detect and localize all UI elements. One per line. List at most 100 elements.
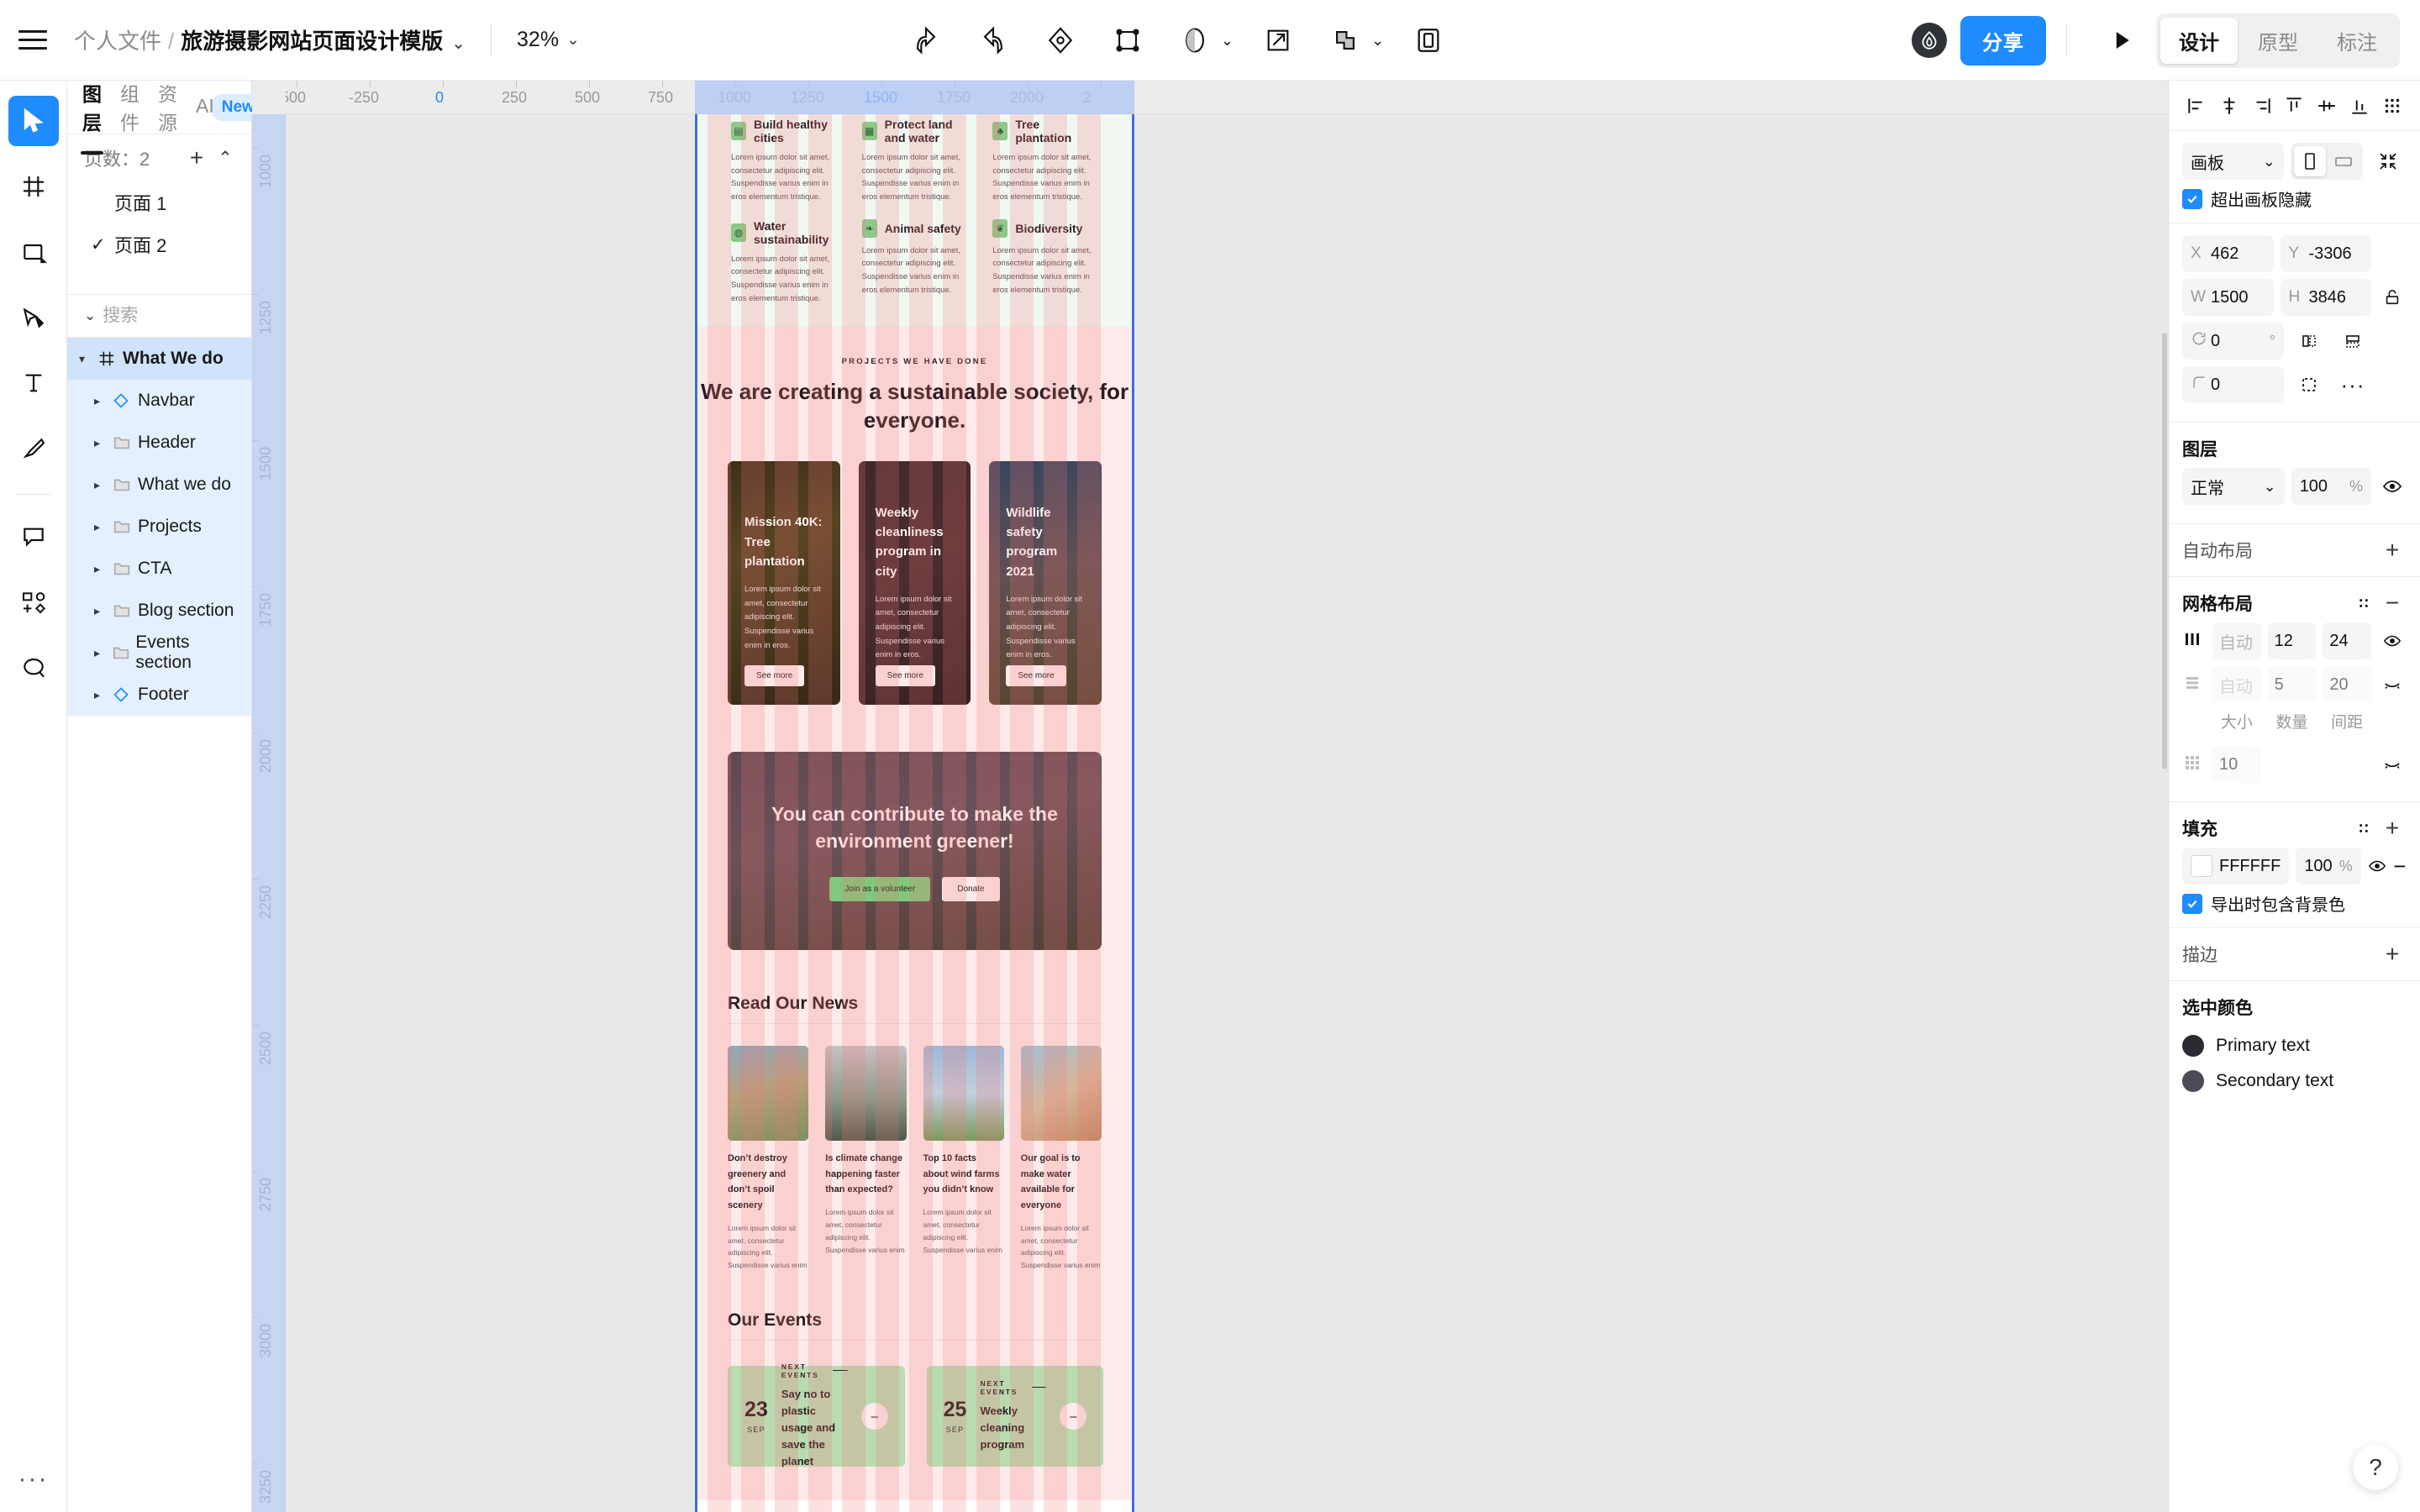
x-field[interactable]: X 462 [2182, 235, 2274, 272]
caret-right-icon[interactable]: ▸ [94, 520, 113, 534]
page-item-2[interactable]: ✓ 页面 2 [67, 223, 251, 265]
tab-components[interactable]: 组件 [120, 78, 139, 137]
blend-mode-select[interactable]: 正常 ⌄ [2182, 468, 2285, 505]
caret-right-icon[interactable]: ▸ [94, 394, 113, 408]
undo-arrow-icon[interactable] [903, 18, 949, 63]
share-button[interactable]: 分享 [1960, 15, 2046, 66]
zoom-control[interactable]: 32% ⌄ [517, 28, 580, 52]
see-more-button[interactable]: See more [1006, 664, 1066, 686]
event-expand-button[interactable]: – [860, 1403, 888, 1431]
caret-right-icon[interactable]: ▸ [94, 562, 113, 576]
section-cta[interactable]: You can contribute to make the environme… [728, 751, 1102, 950]
grid-size-field[interactable]: 10 [2212, 746, 2261, 783]
mask-circle-icon[interactable] [1172, 18, 1218, 63]
rows-gutter-field[interactable]: 20 [2323, 666, 2371, 703]
layer-row-navbar[interactable]: ▸ Navbar [67, 380, 251, 422]
plus-icon[interactable]: + [2378, 940, 2407, 969]
device-preview-icon[interactable] [1406, 18, 1451, 63]
caret-down-icon[interactable]: ▾ [79, 352, 97, 366]
align-middle-v-icon[interactable] [2312, 92, 2341, 120]
vertical-ruler[interactable]: 1000 1250 1500 1750 2000 2250 2500 2750 … [252, 114, 286, 1512]
event-expand-button[interactable]: – [1060, 1403, 1087, 1431]
export-bg-checkbox-row[interactable]: 导出时包含背景色 [2182, 891, 2407, 916]
chevron-down-icon[interactable]: ⌄ [84, 307, 96, 324]
plus-icon[interactable]: + [2378, 814, 2407, 843]
project-card[interactable]: Mission 40K: Tree plantation Lorem ipsum… [728, 460, 840, 705]
flip-vertical-icon[interactable] [2334, 323, 2371, 360]
unlock-icon[interactable] [2378, 279, 2407, 316]
layer-row-events-section[interactable]: ▸ Events section [67, 632, 251, 674]
project-card[interactable]: Weekly cleanliness program in city Lorem… [858, 460, 971, 705]
flip-horizontal-icon[interactable] [2291, 323, 2328, 360]
artboard-what-we-do[interactable]: ▤ Build healthy cities Lorem ipsum dolor… [697, 114, 1132, 1512]
tab-layers[interactable]: 图层 [81, 78, 103, 155]
pen-tool-button[interactable] [8, 292, 59, 343]
layer-row-projects[interactable]: ▸ Projects [67, 506, 251, 548]
align-left-icon[interactable] [2182, 92, 2211, 120]
columns-gutter-field[interactable]: 24 [2323, 622, 2371, 659]
donate-button[interactable]: Donate [942, 876, 1000, 901]
chevron-up-icon[interactable]: ⌃ [211, 144, 239, 172]
breadcrumb-folder[interactable]: 个人文件 [74, 24, 161, 55]
frame-tool-button[interactable] [8, 161, 59, 212]
hamburger-icon[interactable] [18, 28, 52, 53]
landscape-icon[interactable] [2328, 146, 2360, 176]
project-card[interactable]: Wildlife safety program 2021 Lorem ipsum… [989, 460, 1102, 705]
fill-opacity-field[interactable]: 100 % [2296, 848, 2361, 885]
layer-row-cta[interactable]: ▸ CTA [67, 548, 251, 590]
chevron-down-icon[interactable]: ⌄ [1221, 32, 1234, 50]
rows-count-field[interactable]: 5 [2267, 666, 2317, 703]
rows-size-field[interactable]: 自动 [2212, 666, 2261, 703]
export-icon[interactable] [1255, 18, 1301, 63]
grid-style-icon[interactable] [2349, 589, 2378, 617]
shape-tool-button[interactable] [8, 227, 59, 277]
clip-content-checkbox-row[interactable]: 超出画板隐藏 [2182, 186, 2407, 211]
opacity-field[interactable]: 100 % [2291, 468, 2371, 505]
plus-icon[interactable]: + [2378, 536, 2407, 564]
text-tool-button[interactable] [8, 358, 59, 408]
color-swatch[interactable] [2191, 855, 2212, 877]
plugin-tool-button[interactable] [8, 577, 59, 627]
y-field[interactable]: Y -3306 [2280, 235, 2371, 272]
event-card[interactable]: 25 SEP NEXT EVENTS Weekly cleaning progr… [926, 1366, 1104, 1467]
fill-style-icon[interactable] [2349, 814, 2378, 843]
tab-design[interactable]: 设计 [2160, 17, 2238, 64]
caret-right-icon[interactable]: ▸ [94, 604, 113, 618]
align-bottom-icon[interactable] [2345, 92, 2374, 120]
canvas-scrollbar[interactable] [2162, 333, 2167, 769]
selected-color-item[interactable]: Secondary text [2182, 1070, 2407, 1092]
breadcrumb-file-name[interactable]: 旅游摄影网站页面设计模版 [181, 24, 443, 55]
height-field[interactable]: H 3846 [2280, 279, 2371, 316]
layer-row-header[interactable]: ▸ Header [67, 422, 251, 464]
horizontal-ruler[interactable]: -500 -250 0 250 500 750 1000 1250 1500 1… [252, 81, 2168, 114]
eye-closed-icon[interactable] [2378, 750, 2407, 779]
layer-row-footer[interactable]: ▸ Footer [67, 674, 251, 716]
align-right-icon[interactable] [2248, 92, 2276, 120]
distribute-icon[interactable] [2378, 92, 2407, 120]
what-we-do-card[interactable]: ❦ Biodiversity Lorem ipsum dolor sit ame… [992, 218, 1098, 306]
plus-icon[interactable]: + [182, 144, 211, 172]
comment-tool-button[interactable] [8, 512, 59, 562]
canvas[interactable]: -500 -250 0 250 500 750 1000 1250 1500 1… [252, 81, 2168, 1512]
grid-dots-icon[interactable] [2182, 753, 2206, 777]
eye-icon[interactable] [2368, 848, 2386, 885]
chevron-down-icon[interactable]: ⌄ [1371, 32, 1384, 50]
slice-tool-button[interactable] [8, 423, 59, 474]
rotation-field[interactable]: 0 ° [2182, 323, 2284, 360]
what-we-do-card[interactable]: ▦ Protect land and water Lorem ipsum dol… [861, 118, 968, 204]
portrait-icon[interactable] [2294, 146, 2326, 176]
more-tools-button[interactable]: ··· [18, 1465, 49, 1494]
page-item-1[interactable]: 页面 1 [67, 181, 251, 223]
see-more-button[interactable]: See more [875, 664, 936, 686]
what-we-do-card[interactable]: ▤ Build healthy cities Lorem ipsum dolor… [731, 118, 837, 204]
eye-icon[interactable] [2378, 627, 2407, 655]
boolean-icon[interactable] [1323, 18, 1368, 63]
align-top-icon[interactable] [2280, 92, 2308, 120]
blog-card[interactable]: Don’t destroy greenery and don’t spoil s… [728, 1045, 809, 1272]
event-card[interactable]: 23 SEP NEXT EVENTS Say no to plastic usa… [728, 1362, 905, 1467]
columns-size-field[interactable]: 自动 [2212, 622, 2261, 659]
corner-radius-field[interactable]: 0 [2182, 366, 2284, 403]
move-tool-button[interactable] [8, 96, 59, 146]
width-field[interactable]: W 1500 [2182, 279, 2274, 316]
what-we-do-card[interactable]: ◍ Water sustainability Lorem ipsum dolor… [731, 219, 837, 306]
